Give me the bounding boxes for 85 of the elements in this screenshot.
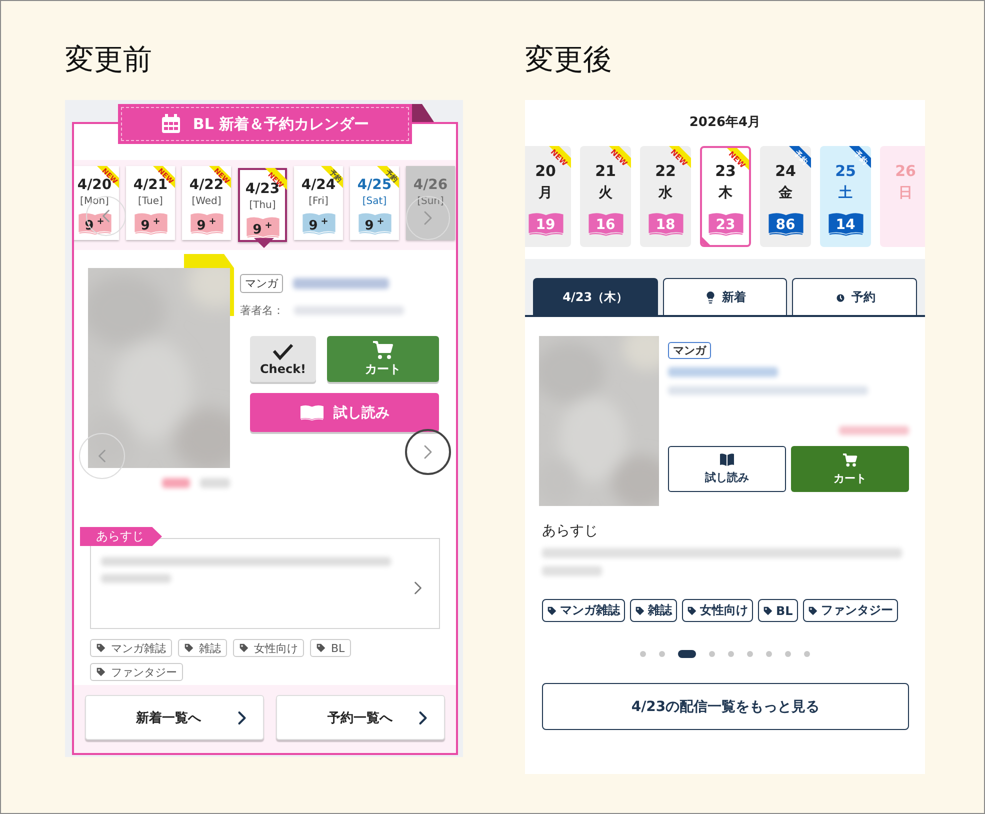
lightbulb-icon [704,290,717,304]
synopsis-label: あらすじ [80,527,162,546]
weekday-label: 水 [658,184,672,202]
preview-button[interactable]: 試し読み [250,393,439,432]
genre-tag[interactable]: ファンタジー [802,599,898,622]
day-number: 25 [835,162,856,180]
cart-icon [372,340,394,360]
pointer-icon [254,238,274,248]
genre-tag[interactable]: 女性向け [233,639,304,657]
page-dot[interactable] [709,651,715,657]
section-heading: 変更前 [65,41,153,78]
checkmark-icon [272,342,294,360]
weekday-label: [Thu] [249,199,276,213]
count-badge: 9 $^{+}$ [302,212,336,236]
synopsis-heading: あらすじ [542,522,599,540]
check-button[interactable]: Check! [250,336,316,382]
redacted-price [162,478,190,488]
weekday-label: [Sat] [362,195,387,209]
tab[interactable]: 新着 [662,278,788,315]
page-dot[interactable] [640,651,646,657]
page-dot[interactable] [766,651,772,657]
list-link-button[interactable]: 新着一覧へ [85,695,264,740]
author-label: 著者名： [240,303,284,318]
tag-icon [687,606,697,616]
page-dot[interactable] [785,651,791,657]
weekday-label: 火 [598,184,612,202]
weekday-label: 土 [838,184,852,202]
genre-tag[interactable]: マンガ雑誌 [542,599,625,622]
preview-button[interactable]: 試し読み [668,446,786,492]
cart-button[interactable]: カート [327,336,439,382]
day-number: 24 [775,162,796,180]
count-badge: 9 $^{+}$ [134,212,168,236]
cart-button[interactable]: カート [791,446,909,492]
calendar-icon [160,114,181,134]
genre-tag[interactable]: マンガ雑誌 [90,639,172,657]
list-link-button[interactable]: 予約一覧へ [276,695,445,740]
weekday-label: [Wed] [192,195,222,209]
genre-tag[interactable]: BL [758,599,798,622]
corner-icon [702,237,710,245]
month-title: 2026年4月 [688,114,762,132]
page-dot[interactable] [804,651,810,657]
genre-tag[interactable]: ファンタジー [90,663,183,681]
weekday-label: 月 [538,184,552,202]
genre-tag[interactable]: 雑誌 [630,599,677,622]
tag-icon [763,606,773,616]
cart-icon [842,452,858,466]
day-number: 26 [895,162,916,180]
page-dot[interactable] [659,651,665,657]
weekday-label: [Tue] [138,195,163,209]
weekday-label: 金 [778,184,792,202]
page-dot[interactable] [728,651,734,657]
genre-tag: マンガ [668,342,711,359]
weekday-label: 木 [718,184,732,202]
more-button[interactable]: 4/23の配信一覧をもっと見る [542,683,909,730]
tag-icon [96,667,106,677]
count-badge: 9 $^{+}$ [246,216,280,240]
count-badge: 9 $^{+}$ [358,212,392,236]
tag-icon [239,643,249,653]
tag-icon [96,643,106,653]
count-badge: 9 $^{+}$ [190,212,224,236]
tag-icon [184,643,194,653]
tag-icon [316,643,326,653]
section-heading: 変更後 [525,41,613,78]
date-label: 4/26 [413,177,448,193]
tag-icon [808,606,818,616]
book-icon [300,402,324,422]
redacted-synopsis [101,574,171,583]
banner-fold-icon [412,104,434,122]
redacted-note [200,478,230,488]
genre-tag[interactable]: 雑誌 [178,639,227,657]
tag-icon [547,606,557,616]
tag-icon [635,606,645,616]
genre-tag[interactable]: BL [310,639,351,657]
weekday-label: [Fri] [308,195,328,209]
redacted-price [839,426,909,435]
tab[interactable]: 予約 [792,278,918,315]
tab[interactable]: 4/23（木） [533,278,658,315]
weekday-label: 日 [898,184,912,202]
book-icon [720,453,734,466]
redacted-synopsis [542,566,602,576]
weekday-label: [Mon] [80,195,109,209]
page-dot[interactable] [747,651,753,657]
genre-tag[interactable]: 女性向け [682,599,753,622]
genre-tag: マンガ [240,274,283,293]
banner-title: BL 新着＆予約カレンダー [192,114,370,134]
